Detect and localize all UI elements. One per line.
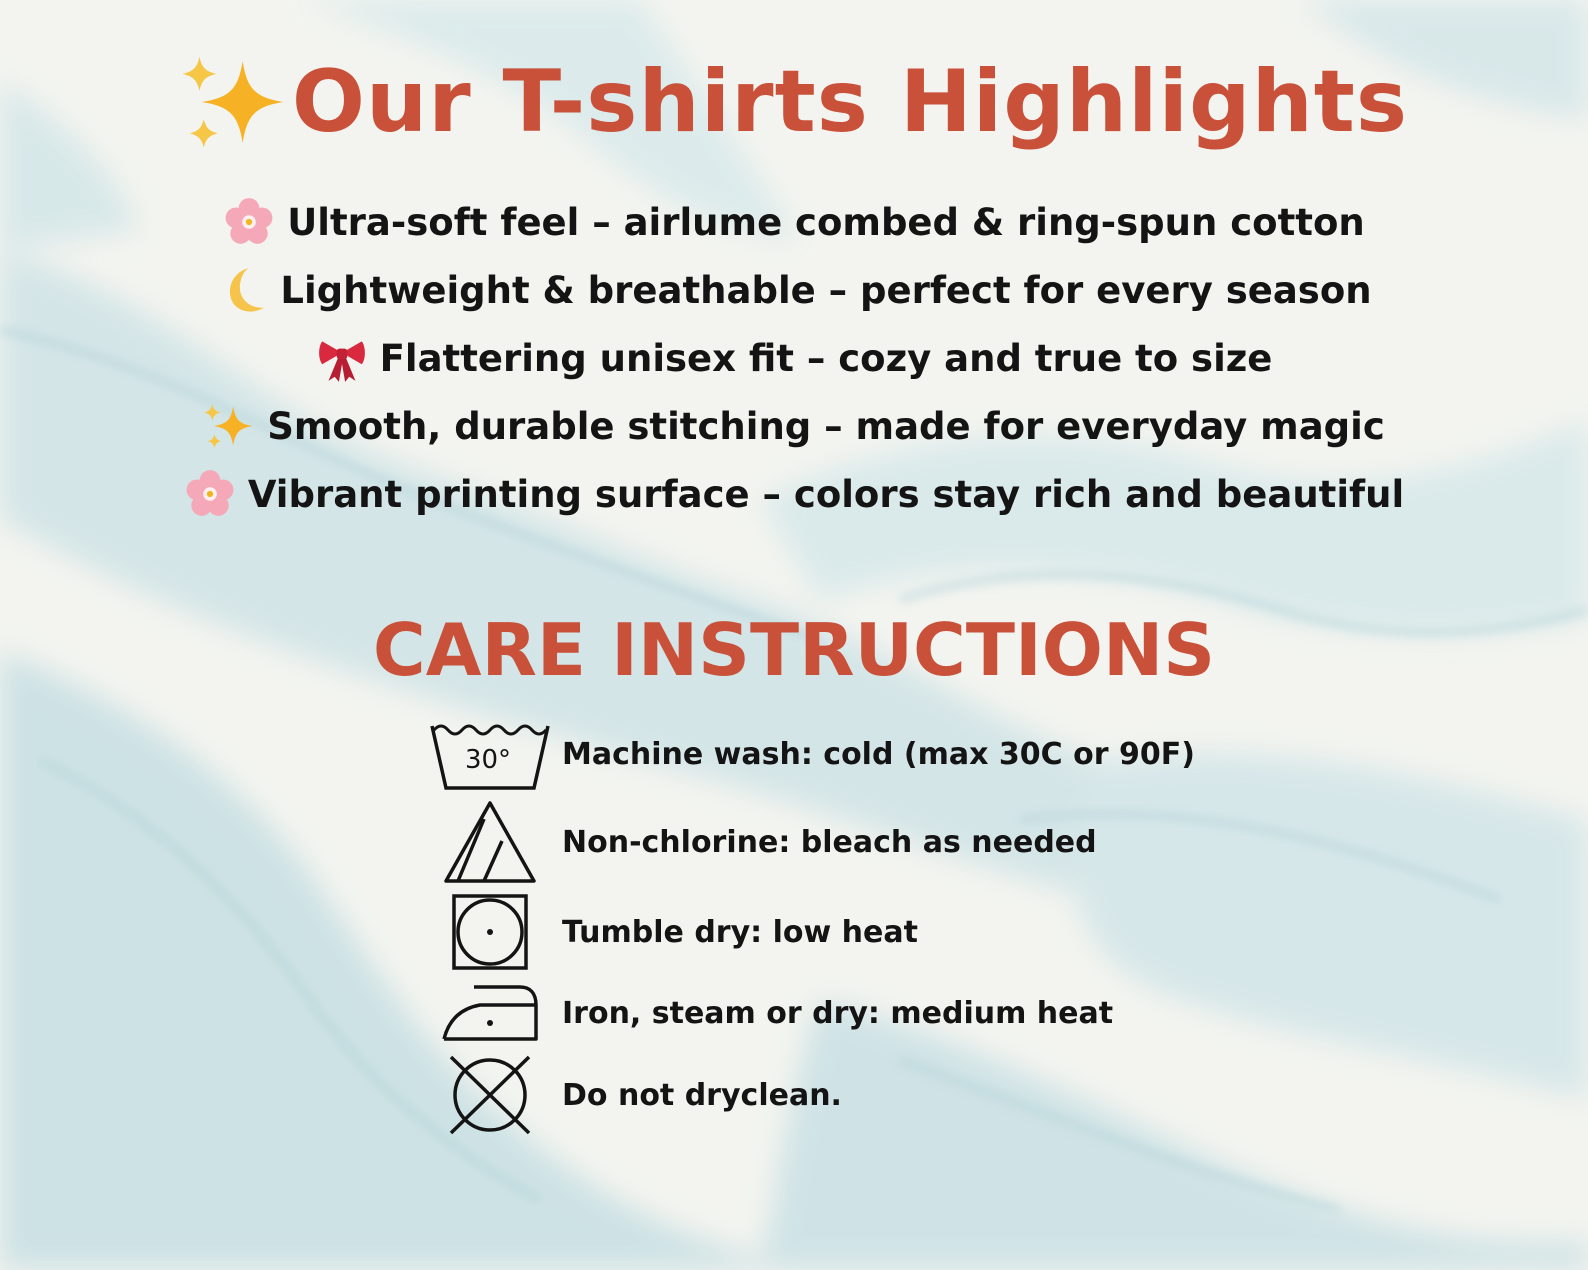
highlights-header: Our T-shirts Highlights [0,42,1588,162]
highlight-text: Smooth, durable stitching – made for eve… [267,404,1385,448]
care-text: Machine wash: cold (max 30C or 90F) [562,736,1195,772]
crescent-moon-icon [230,268,265,312]
wash-temperature: 30° [465,745,511,775]
highlight-text: Lightweight & breathable – perfect for e… [280,268,1372,312]
care-title: CARE INSTRUCTIONS [372,608,1216,692]
list-item: Ultra-soft feel – airlume combed & ring-… [0,188,1588,256]
care-text: Do not dryclean. [562,1077,842,1113]
list-item: Lightweight & breathable – perfect for e… [0,256,1588,324]
highlight-text: Flattering unisex fit – cozy and true to… [379,336,1273,380]
sparkles-icon [204,404,254,448]
list-item: Smooth, durable stitching – made for eve… [0,392,1588,460]
care-text: Tumble dry: low heat [562,914,918,950]
care-item-dryclean: Do not dryclean. [428,1054,1188,1136]
care-item-wash: 30° Machine wash: cold (max 30C or 90F) [428,714,1195,794]
highlights-title: Our T-shirts Highlights [291,52,1409,152]
ribbon-icon [318,341,365,382]
care-text: Iron, steam or dry: medium heat [562,995,1114,1031]
cherry-blossom-icon [225,198,273,244]
wash-tub-icon: 30° [430,724,550,790]
care-text: Non-chlorine: bleach as needed [562,824,1097,860]
non-chlorine-bleach-icon [444,801,536,883]
highlight-text: Vibrant printing surface – colors stay r… [247,472,1405,516]
care-item-bleach: Non-chlorine: bleach as needed [428,798,1188,886]
highlights-list: Ultra-soft feel – airlume combed & ring-… [0,188,1588,528]
cherry-blossom-icon [186,470,234,516]
list-item: Flattering unisex fit – cozy and true to… [0,324,1588,392]
care-item-iron: Iron, steam or dry: medium heat [428,978,1188,1048]
list-item: Vibrant printing surface – colors stay r… [0,460,1588,528]
tumble-dry-low-icon [452,894,528,970]
do-not-dryclean-icon [449,1055,531,1135]
sparkles-icon [182,56,284,148]
highlight-text: Ultra-soft feel – airlume combed & ring-… [287,200,1365,244]
care-item-tumble-dry: Tumble dry: low heat [428,892,1188,972]
iron-medium-icon [442,985,538,1041]
